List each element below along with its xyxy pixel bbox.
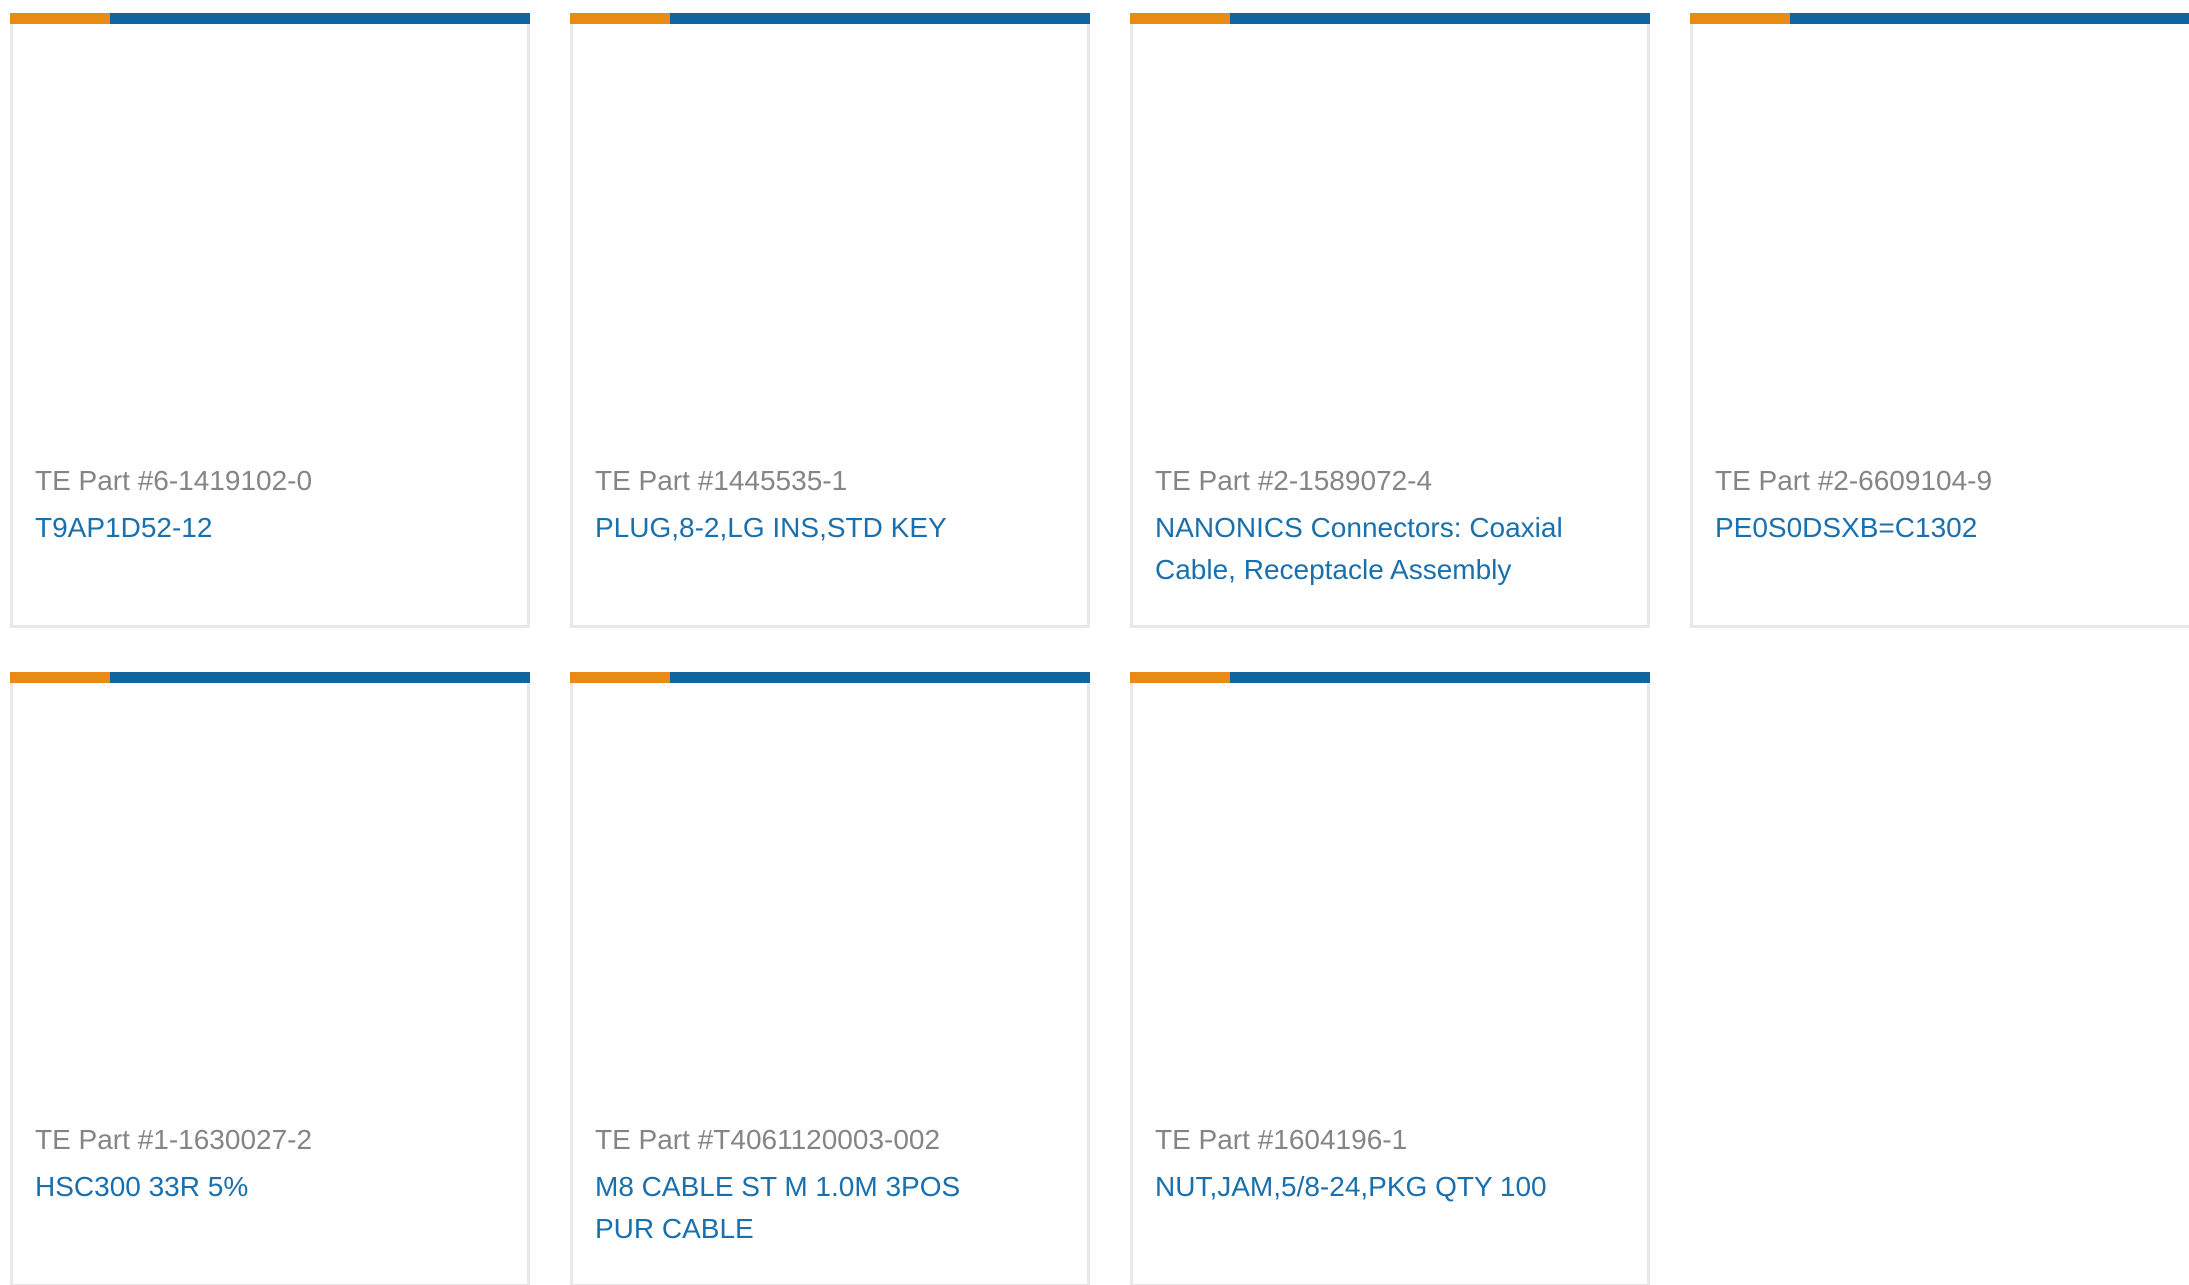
accent-blue-segment xyxy=(1790,13,2189,24)
product-card[interactable]: TE Part #1-1630027-2 HSC300 33R 5% xyxy=(10,672,530,1285)
accent-orange-segment xyxy=(10,13,110,24)
product-title-link[interactable]: NANONICS Connectors: Coaxial Cable, Rece… xyxy=(1155,507,1587,591)
product-image-placeholder[interactable] xyxy=(1133,24,1647,454)
product-title-link[interactable]: HSC300 33R 5% xyxy=(35,1166,467,1208)
product-card[interactable]: TE Part #2-6609104-9 PE0S0DSXB=C1302 xyxy=(1690,13,2189,628)
part-number: TE Part #T4061120003-002 xyxy=(595,1124,941,1155)
accent-blue-segment xyxy=(1230,13,1650,24)
product-image-placeholder[interactable] xyxy=(13,24,527,454)
product-title-link[interactable]: NUT,JAM,5/8-24,PKG QTY 100 xyxy=(1155,1166,1587,1208)
accent-orange-segment xyxy=(1690,13,1790,24)
product-grid: TE Part #6-1419102-0 T9AP1D52-12 TE Part… xyxy=(0,0,2189,1285)
card-accent-bar xyxy=(1130,13,1650,24)
product-image-placeholder[interactable] xyxy=(1133,683,1647,1113)
card-accent-bar xyxy=(1690,13,2189,24)
product-title-link[interactable]: T9AP1D52-12 xyxy=(35,507,467,549)
product-card[interactable]: TE Part #1445535-1 PLUG,8-2,LG INS,STD K… xyxy=(570,13,1090,628)
part-number: TE Part #2-1589072-4 xyxy=(1155,465,1433,496)
product-image-placeholder[interactable] xyxy=(1693,24,2189,454)
product-title-link[interactable]: M8 CABLE ST M 1.0M 3POS PUR CABLE xyxy=(595,1166,1027,1250)
part-number: TE Part #1445535-1 xyxy=(595,465,848,496)
part-number: TE Part #1604196-1 xyxy=(1155,1124,1408,1155)
product-card[interactable]: TE Part #6-1419102-0 T9AP1D52-12 xyxy=(10,13,530,628)
product-image-placeholder[interactable] xyxy=(573,683,1087,1113)
product-card[interactable]: TE Part #T4061120003-002 M8 CABLE ST M 1… xyxy=(570,672,1090,1285)
part-number: TE Part #1-1630027-2 xyxy=(35,1124,313,1155)
part-number: TE Part #2-6609104-9 xyxy=(1715,465,1993,496)
accent-blue-segment xyxy=(670,672,1090,683)
product-image-placeholder[interactable] xyxy=(573,24,1087,454)
accent-blue-segment xyxy=(1230,672,1650,683)
accent-orange-segment xyxy=(570,13,670,24)
accent-blue-segment xyxy=(670,13,1090,24)
card-accent-bar xyxy=(1130,672,1650,683)
accent-blue-segment xyxy=(110,672,530,683)
accent-orange-segment xyxy=(1130,672,1230,683)
part-number: TE Part #6-1419102-0 xyxy=(35,465,313,496)
accent-orange-segment xyxy=(10,672,110,683)
accent-blue-segment xyxy=(110,13,530,24)
product-title-link[interactable]: PLUG,8-2,LG INS,STD KEY xyxy=(595,507,1027,549)
product-card[interactable]: TE Part #1604196-1 NUT,JAM,5/8-24,PKG QT… xyxy=(1130,672,1650,1285)
product-title-link[interactable]: PE0S0DSXB=C1302 xyxy=(1715,507,2129,549)
card-accent-bar xyxy=(10,13,530,24)
product-image-placeholder[interactable] xyxy=(13,683,527,1113)
accent-orange-segment xyxy=(570,672,670,683)
card-accent-bar xyxy=(570,13,1090,24)
product-card[interactable]: TE Part #2-1589072-4 NANONICS Connectors… xyxy=(1130,13,1650,628)
accent-orange-segment xyxy=(1130,13,1230,24)
card-accent-bar xyxy=(570,672,1090,683)
card-accent-bar xyxy=(10,672,530,683)
